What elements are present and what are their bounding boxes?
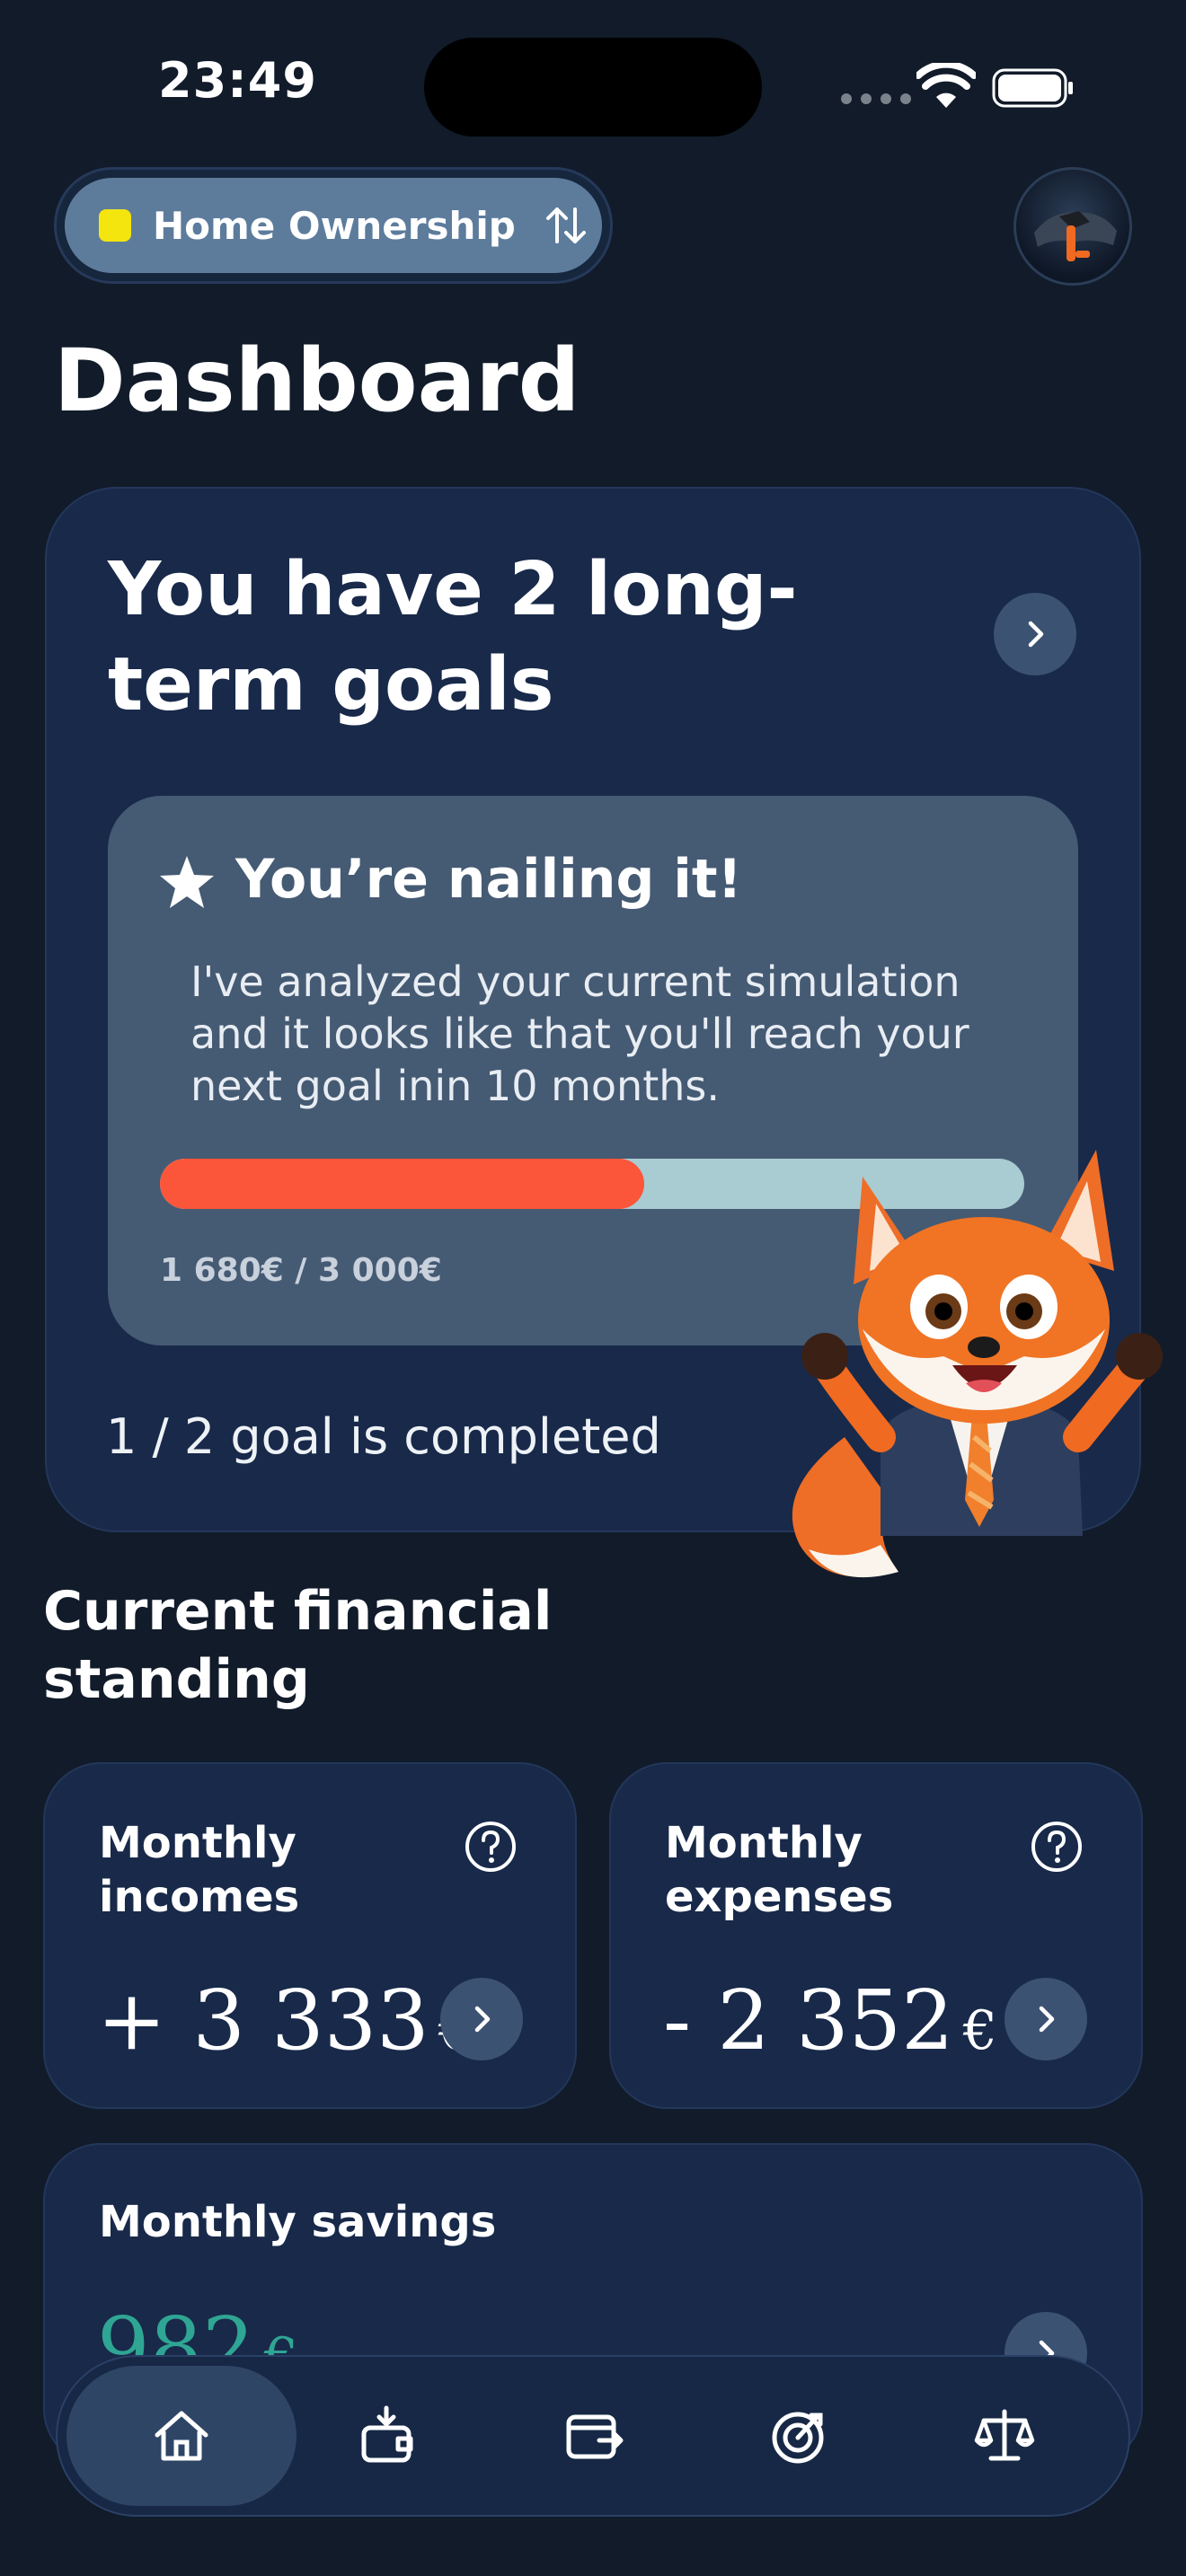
swap-vertical-icon [545, 207, 586, 243]
help-icon[interactable] [1030, 1820, 1084, 1874]
tab-home[interactable] [66, 2366, 296, 2506]
currency-symbol: € [962, 1999, 997, 2062]
insight-body: I've analyzed your current simulation an… [190, 957, 969, 1110]
battery-icon [992, 68, 1073, 108]
chevron-right-icon [474, 2006, 491, 2033]
target-icon [772, 2412, 824, 2464]
goal-progress-fill [160, 1159, 644, 1209]
profile-avatar[interactable] [1013, 167, 1132, 286]
home-selector-button[interactable]: Home Ownership [65, 178, 602, 273]
chevron-right-icon [1039, 2006, 1055, 2033]
star-icon [160, 856, 214, 908]
monthly-expenses-value: - 2 352 [663, 1972, 954, 2069]
home-icon [155, 2411, 208, 2461]
help-icon[interactable] [464, 1820, 518, 1874]
chevron-right-icon [1028, 621, 1044, 648]
status-time: 23:49 [158, 52, 317, 109]
tab-incomes[interactable] [273, 2366, 503, 2506]
status-dot [99, 209, 131, 242]
avatar-image [1034, 211, 1117, 261]
page-title: Dashboard [54, 331, 580, 431]
wallet-download-icon [361, 2405, 413, 2463]
home-selector-label: Home Ownership [153, 203, 516, 248]
insight-title: You’re nailing it! [235, 848, 742, 911]
goal-progress-text: 1 680€ / 3 000€ [160, 1252, 442, 1289]
monthly-expenses-open-button[interactable] [1005, 1978, 1087, 2060]
monthly-incomes-label: Monthly incomes [99, 1818, 300, 1922]
monthly-expenses-label: Monthly expenses [665, 1818, 894, 1922]
tab-balance[interactable] [890, 2366, 1120, 2506]
goals-open-button[interactable] [994, 593, 1076, 675]
monthly-incomes-amount: + 3 333€ [97, 1972, 473, 2069]
tab-expenses[interactable] [480, 2366, 710, 2506]
monthly-incomes-open-button[interactable] [440, 1978, 523, 2060]
goals-heading: You have 2 long-term goals [108, 547, 798, 728]
wifi-icon [916, 63, 976, 108]
monthly-expenses-amount: - 2 352 € [663, 1972, 997, 2069]
wallet-export-icon [566, 2414, 624, 2459]
fox-mascot-illustration [792, 1150, 1163, 1578]
cellular-signal-icon [841, 93, 911, 104]
goals-completed-text: 1 / 2 goal is completed [106, 1408, 661, 1465]
section-title: Current financial standing [43, 1580, 553, 1711]
dynamic-island [424, 38, 762, 137]
tab-goals[interactable] [683, 2366, 913, 2506]
scales-icon [974, 2409, 1035, 2461]
monthly-savings-label: Monthly savings [99, 2197, 497, 2247]
monthly-incomes-value: + 3 333 [97, 1972, 429, 2069]
